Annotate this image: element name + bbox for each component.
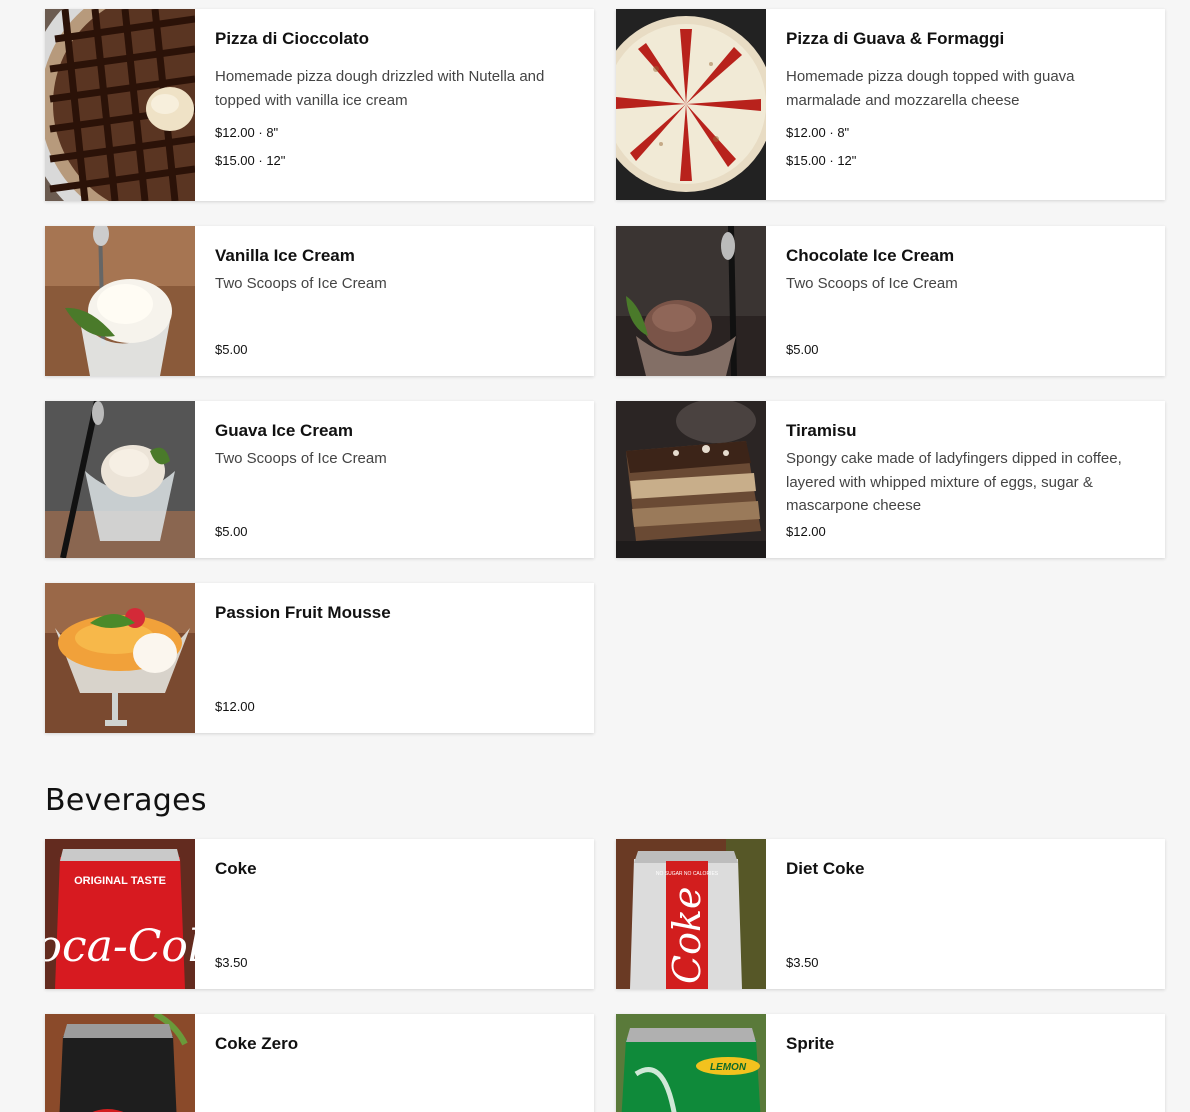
item-description: Two Scoops of Ice Cream xyxy=(786,275,958,292)
diet-coke-can-logo: Coke xyxy=(665,887,709,984)
diet-coke-photo: NO SUGAR NO CALORIES Coke xyxy=(616,839,766,989)
item-name: Pizza di Cioccolato xyxy=(215,29,369,48)
item-price: $3.50 xyxy=(215,955,248,970)
menu-item-sprite[interactable]: LEMON Sprite xyxy=(616,1014,1165,1112)
item-name: Passion Fruit Mousse xyxy=(215,603,391,622)
tiramisu-photo xyxy=(616,401,766,558)
coke-photo: ORIGINAL TASTE Coca-Cola xyxy=(45,839,195,989)
item-name: Coke xyxy=(215,859,257,878)
menu-item-vanilla-ice-cream[interactable]: Vanilla Ice Cream Two Scoops of Ice Crea… xyxy=(45,226,594,376)
coke-can-logo: Coca-Cola xyxy=(45,921,195,972)
menu-item-pizza-di-cioccolato[interactable]: Pizza di Cioccolato Homemade pizza dough… xyxy=(45,9,594,201)
menu-item-coke-zero[interactable]: Coke Zero xyxy=(45,1014,594,1112)
item-price: $5.00 xyxy=(215,342,248,357)
menu-item-guava-ice-cream[interactable]: Guava Ice Cream Two Scoops of Ice Cream … xyxy=(45,401,594,558)
item-price: $12.00 xyxy=(786,524,826,539)
menu-item-diet-coke[interactable]: NO SUGAR NO CALORIES Coke Diet Coke $3.5… xyxy=(616,839,1165,989)
menu-item-tiramisu[interactable]: Tiramisu Spongy cake made of ladyfingers… xyxy=(616,401,1165,558)
item-name: Vanilla Ice Cream xyxy=(215,246,355,265)
pizza-di-cioccolato-photo xyxy=(45,9,195,201)
item-price: $5.00 xyxy=(786,342,819,357)
item-price: $5.00 xyxy=(215,524,248,539)
sprite-photo: LEMON xyxy=(616,1014,766,1112)
item-name: Guava Ice Cream xyxy=(215,421,353,440)
item-name: Tiramisu xyxy=(786,421,857,440)
menu-item-pizza-di-guava-formaggi[interactable]: Pizza di Guava & Formaggi Homemade pizza… xyxy=(616,9,1165,200)
item-name: Sprite xyxy=(786,1034,835,1053)
diet-coke-can-top-label: NO SUGAR NO CALORIES xyxy=(656,871,719,877)
item-name: Coke Zero xyxy=(215,1034,299,1053)
item-description: Homemade pizza dough topped with guava m… xyxy=(786,68,1075,109)
item-description: Homemade pizza dough drizzled with Nutel… xyxy=(215,68,545,109)
passion-fruit-mousse-photo xyxy=(45,583,195,733)
item-price: $3.50 xyxy=(786,955,819,970)
item-description: Spongy cake made of ladyfingers dipped i… xyxy=(786,450,1122,514)
guava-ice-cream-photo xyxy=(45,401,195,558)
item-price: $12.00 xyxy=(215,699,255,714)
menu-item-coke[interactable]: ORIGINAL TASTE Coca-Cola Coke $3.50 xyxy=(45,839,594,989)
item-description: Two Scoops of Ice Cream xyxy=(215,275,387,292)
menu-item-passion-fruit-mousse[interactable]: Passion Fruit Mousse $12.00 xyxy=(45,583,594,733)
pizza-di-guava-formaggi-photo xyxy=(616,9,766,200)
item-description: Two Scoops of Ice Cream xyxy=(215,450,387,467)
sprite-can-label: LEMON xyxy=(710,1062,747,1073)
item-price-12: $15.00 · 12" xyxy=(786,153,857,168)
item-name: Chocolate Ice Cream xyxy=(786,246,955,265)
item-price-12: $15.00 · 12" xyxy=(215,153,286,168)
coke-can-top-label: ORIGINAL TASTE xyxy=(74,875,166,887)
item-name: Diet Coke xyxy=(786,859,865,878)
vanilla-ice-cream-photo xyxy=(45,226,195,376)
item-name: Pizza di Guava & Formaggi xyxy=(786,29,1005,48)
chocolate-ice-cream-photo xyxy=(616,226,766,376)
coke-zero-photo xyxy=(45,1014,195,1112)
section-title-beverages: Beverages xyxy=(45,783,207,818)
item-price-8: $12.00 · 8" xyxy=(215,125,279,140)
menu-item-chocolate-ice-cream[interactable]: Chocolate Ice Cream Two Scoops of Ice Cr… xyxy=(616,226,1165,376)
item-price-8: $12.00 · 8" xyxy=(786,125,850,140)
